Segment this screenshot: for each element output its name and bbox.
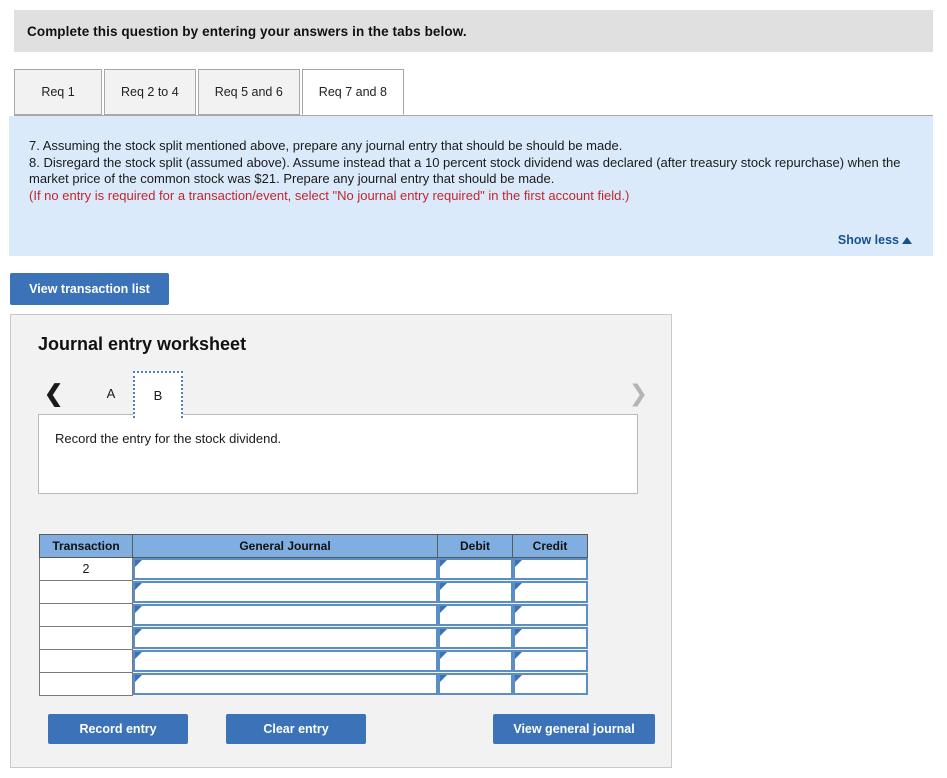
- transaction-number-cell[interactable]: [39, 603, 133, 627]
- transaction-number-cell[interactable]: [39, 626, 133, 650]
- table-row: [39, 649, 588, 673]
- tab-req-1[interactable]: Req 1: [14, 69, 102, 115]
- table-header-row: Transaction General Journal Debit Credit: [39, 534, 588, 558]
- table-row: 2: [39, 557, 588, 581]
- column-header-debit: Debit: [437, 534, 513, 558]
- general-journal-cell: [133, 581, 438, 604]
- transaction-number-cell[interactable]: 2: [39, 557, 133, 581]
- credit-cell: [512, 627, 588, 650]
- column-header-credit: Credit: [512, 534, 588, 558]
- tab-req-2-to-4[interactable]: Req 2 to 4: [104, 69, 196, 115]
- credit-cell: [512, 581, 588, 604]
- debit-cell: [437, 673, 513, 696]
- worksheet-title: Journal entry worksheet: [38, 334, 247, 354]
- general-journal-cell: [133, 604, 438, 627]
- debit-input[interactable]: [437, 673, 513, 695]
- transaction-number-cell[interactable]: [39, 649, 133, 673]
- transaction-number-cell[interactable]: [39, 580, 133, 604]
- view-general-journal-button[interactable]: View general journal: [493, 714, 655, 744]
- chevron-left-icon[interactable]: ❮: [44, 371, 63, 415]
- table-row: [39, 672, 588, 696]
- debit-cell: [437, 627, 513, 650]
- credit-input[interactable]: [512, 558, 588, 581]
- debit-cell: [437, 604, 513, 627]
- column-header-general-journal: General Journal: [132, 534, 438, 558]
- general-journal-cell: [133, 673, 438, 696]
- debit-cell: [437, 650, 513, 673]
- credit-cell: [512, 558, 588, 581]
- table-row: [39, 580, 588, 604]
- credit-input[interactable]: [512, 581, 588, 603]
- account-select-input[interactable]: [133, 627, 438, 649]
- tab-req-7-and-8[interactable]: Req 7 and 8: [301, 69, 404, 115]
- credit-input[interactable]: [512, 627, 588, 649]
- show-less-label: Show less: [837, 233, 899, 247]
- show-less-link[interactable]: Show less: [838, 233, 912, 247]
- credit-input[interactable]: [512, 604, 588, 626]
- debit-input[interactable]: [437, 604, 513, 626]
- entry-description-box: Record the entry for the stock dividend.: [38, 414, 638, 494]
- question-panel: 7. Assuming the stock split mentioned ab…: [9, 116, 933, 256]
- exercise-page: Complete this question by entering your …: [0, 0, 947, 778]
- entry-description-text: Record the entry for the stock dividend.: [55, 431, 282, 446]
- debit-input[interactable]: [437, 581, 513, 603]
- credit-input[interactable]: [512, 650, 588, 672]
- question-line-8: 8. Disregard the stock split (assumed ab…: [29, 154, 901, 187]
- general-journal-cell: [133, 558, 438, 581]
- chevron-right-icon[interactable]: ❯: [629, 371, 648, 415]
- debit-input[interactable]: [437, 558, 513, 581]
- record-entry-button[interactable]: Record entry: [48, 714, 188, 744]
- credit-input[interactable]: [512, 673, 588, 695]
- general-journal-cell: [133, 650, 438, 673]
- requirement-tabs: Req 1 Req 2 to 4 Req 5 and 6 Req 7 and 8: [14, 69, 933, 116]
- view-transaction-list-button[interactable]: View transaction list: [10, 273, 169, 305]
- account-select-input[interactable]: [133, 604, 438, 626]
- question-note-red: (If no entry is required for a transacti…: [29, 187, 630, 203]
- worksheet-page-a[interactable]: A: [94, 371, 128, 415]
- credit-cell: [512, 673, 588, 696]
- column-header-transaction: Transaction: [39, 534, 133, 558]
- credit-cell: [512, 650, 588, 673]
- journal-entry-table: Transaction General Journal Debit Credit…: [39, 534, 588, 696]
- account-select-input[interactable]: [133, 581, 438, 603]
- debit-cell: [437, 581, 513, 604]
- account-select-input[interactable]: [133, 650, 438, 672]
- credit-cell: [512, 604, 588, 627]
- account-select-input[interactable]: [133, 558, 438, 581]
- question-line-7: 7. Assuming the stock split mentioned ab…: [29, 138, 623, 153]
- triangle-up-icon: [902, 236, 912, 244]
- instruction-text: Complete this question by entering your …: [27, 23, 467, 39]
- general-journal-cell: [133, 627, 438, 650]
- debit-cell: [437, 558, 513, 581]
- worksheet-page-b[interactable]: B: [133, 371, 183, 418]
- journal-entry-worksheet-panel: Journal entry worksheet ❮ A B ❯ Record t…: [10, 314, 672, 768]
- worksheet-pager: ❮ A B ❯: [38, 371, 648, 418]
- table-row: [39, 603, 588, 627]
- tab-req-5-and-6[interactable]: Req 5 and 6: [197, 69, 300, 115]
- table-row: [39, 626, 588, 650]
- debit-input[interactable]: [437, 650, 513, 672]
- instruction-banner: Complete this question by entering your …: [14, 10, 933, 52]
- account-select-input[interactable]: [133, 673, 438, 695]
- transaction-number-cell[interactable]: [39, 672, 133, 696]
- debit-input[interactable]: [437, 627, 513, 649]
- clear-entry-button[interactable]: Clear entry: [226, 714, 366, 744]
